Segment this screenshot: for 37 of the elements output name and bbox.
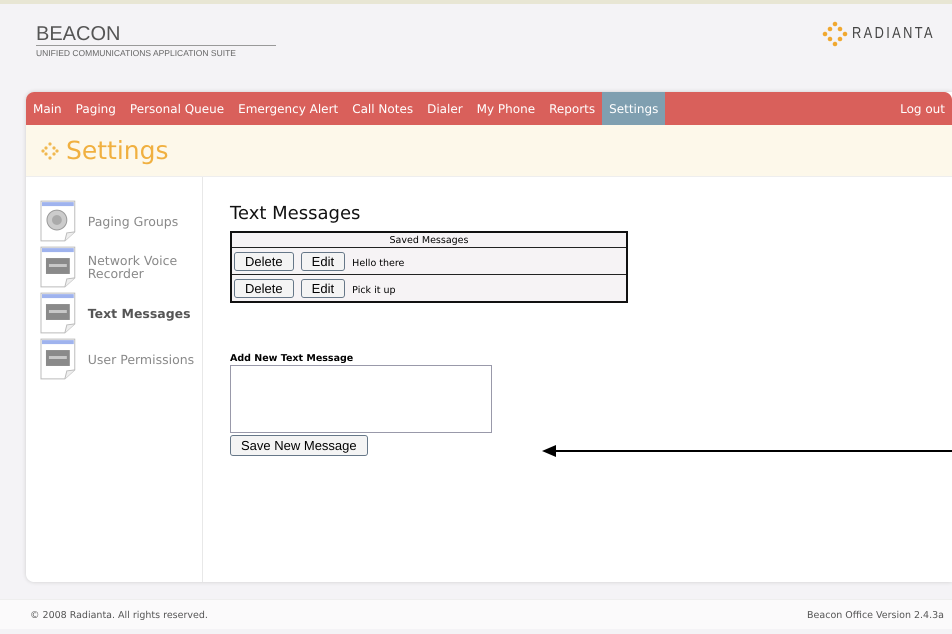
nav-tab[interactable]: Main: [26, 92, 69, 125]
nav-tab[interactable]: Personal Queue: [122, 92, 232, 125]
save-button[interactable]: Save New Message: [230, 435, 368, 456]
app-title: BEACON: [36, 22, 276, 46]
version-text: Beacon Office Version 2.4.3a: [807, 610, 944, 623]
section-title: Text Messages: [230, 203, 360, 224]
speaker-document-icon[interactable]: [40, 200, 76, 242]
copyright-text: © 2008 Radianta. All rights reserved.: [30, 610, 208, 623]
nav-tab[interactable]: Emergency Alert: [231, 92, 346, 125]
page-title: Settings: [66, 136, 169, 165]
device-document-icon[interactable]: [40, 338, 76, 380]
edit-button[interactable]: Edit: [300, 279, 346, 298]
nav-tab[interactable]: Settings: [602, 92, 666, 125]
sidebar-link[interactable]: User Permissions: [88, 352, 202, 366]
device-document-icon[interactable]: [40, 292, 76, 334]
sidebar-link[interactable]: Paging Groups: [88, 214, 202, 228]
message-text: Pick it up: [352, 285, 396, 296]
edit-button[interactable]: Edit: [300, 252, 346, 271]
nav-tab[interactable]: Call Notes: [345, 92, 420, 125]
diamond-dots-icon: [40, 140, 60, 160]
device-document-icon[interactable]: [40, 246, 76, 288]
logout-link[interactable]: Log out: [893, 92, 952, 125]
app-subtitle: UNIFIED COMMUNICATIONS APPLICATION SUITE: [36, 48, 237, 58]
delete-button[interactable]: Delete: [234, 279, 294, 298]
brand-name: RADIANTA: [852, 25, 932, 43]
field-label: Add New Text Message: [230, 353, 354, 364]
nav-tab[interactable]: My Phone: [470, 92, 542, 125]
logo-icon: [822, 21, 848, 47]
message-input-field[interactable]: [230, 365, 492, 433]
sidebar-link[interactable]: Text Messages: [88, 306, 202, 320]
message-text: Hello there: [352, 258, 404, 269]
nav-tab[interactable]: Paging: [68, 92, 123, 125]
delete-button[interactable]: Delete: [234, 252, 294, 271]
nav-tab[interactable]: Dialer: [420, 92, 470, 125]
table-heading: Saved Messages: [231, 232, 627, 248]
nav-tab[interactable]: Reports: [542, 92, 602, 125]
sidebar-link[interactable]: Network Voice Recorder: [88, 254, 202, 280]
